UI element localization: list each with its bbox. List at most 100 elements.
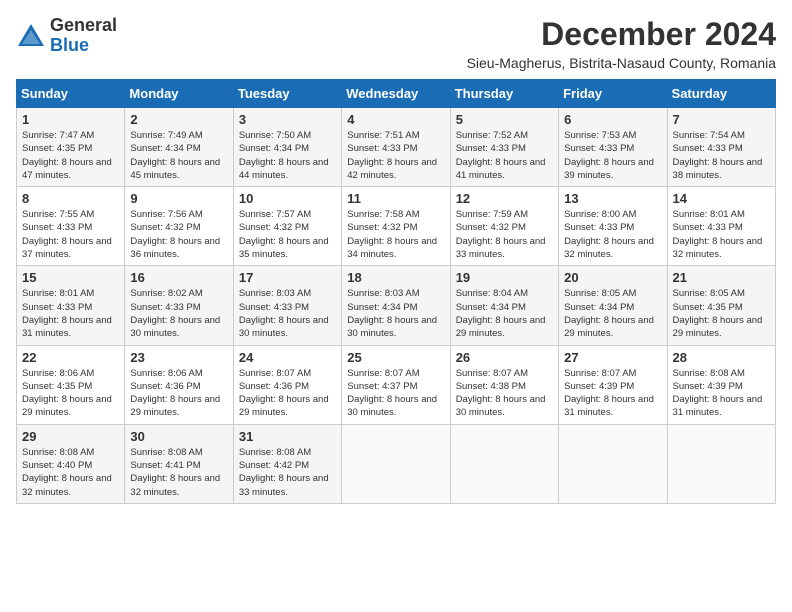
month-title: December 2024	[467, 16, 776, 53]
day-number: 14	[673, 191, 770, 206]
day-number: 18	[347, 270, 444, 285]
day-number: 7	[673, 112, 770, 127]
calendar-cell	[450, 424, 558, 503]
calendar-cell: 23 Sunrise: 8:06 AMSunset: 4:36 PMDayligh…	[125, 345, 233, 424]
day-number: 31	[239, 429, 336, 444]
day-info: Sunrise: 7:49 AMSunset: 4:34 PMDaylight:…	[130, 130, 220, 181]
day-info: Sunrise: 7:54 AMSunset: 4:33 PMDaylight:…	[673, 130, 763, 181]
day-number: 9	[130, 191, 227, 206]
calendar-cell: 1Sunrise: 7:47 AMSunset: 4:35 PMDaylight…	[17, 108, 125, 187]
header-day-tuesday: Tuesday	[233, 80, 341, 108]
day-number: 19	[456, 270, 553, 285]
calendar-cell: 30 Sunrise: 8:08 AMSunset: 4:41 PMDayligh…	[125, 424, 233, 503]
day-info: Sunrise: 8:08 AMSunset: 4:41 PMDaylight:…	[130, 447, 220, 498]
day-info: Sunrise: 8:02 AMSunset: 4:33 PMDaylight:…	[130, 288, 220, 339]
day-number: 11	[347, 191, 444, 206]
day-info: Sunrise: 8:05 AMSunset: 4:35 PMDaylight:…	[673, 288, 763, 339]
day-info: Sunrise: 8:03 AMSunset: 4:33 PMDaylight:…	[239, 288, 329, 339]
calendar-body: 1Sunrise: 7:47 AMSunset: 4:35 PMDaylight…	[17, 108, 776, 504]
location-title: Sieu-Magherus, Bistrita-Nasaud County, R…	[467, 55, 776, 71]
day-number: 28	[673, 350, 770, 365]
day-info: Sunrise: 8:08 AMSunset: 4:40 PMDaylight:…	[22, 447, 112, 498]
calendar-cell: 3 Sunrise: 7:50 AMSunset: 4:34 PMDaylight…	[233, 108, 341, 187]
calendar-cell: 6 Sunrise: 7:53 AMSunset: 4:33 PMDaylight…	[559, 108, 667, 187]
day-number: 5	[456, 112, 553, 127]
day-info: Sunrise: 7:50 AMSunset: 4:34 PMDaylight:…	[239, 130, 329, 181]
day-number: 23	[130, 350, 227, 365]
calendar-cell: 14 Sunrise: 8:01 AMSunset: 4:33 PMDayligh…	[667, 187, 775, 266]
calendar-cell: 29 Sunrise: 8:08 AMSunset: 4:40 PMDayligh…	[17, 424, 125, 503]
calendar-header-row: SundayMondayTuesdayWednesdayThursdayFrid…	[17, 80, 776, 108]
day-info: Sunrise: 8:01 AMSunset: 4:33 PMDaylight:…	[673, 209, 763, 260]
calendar-cell: 27 Sunrise: 8:07 AMSunset: 4:39 PMDayligh…	[559, 345, 667, 424]
header-day-saturday: Saturday	[667, 80, 775, 108]
header-day-monday: Monday	[125, 80, 233, 108]
day-number: 25	[347, 350, 444, 365]
day-info: Sunrise: 8:08 AMSunset: 4:42 PMDaylight:…	[239, 447, 329, 498]
day-number: 22	[22, 350, 119, 365]
calendar-cell: 5Sunrise: 7:52 AMSunset: 4:33 PMDaylight…	[450, 108, 558, 187]
day-info: Sunrise: 8:03 AMSunset: 4:34 PMDaylight:…	[347, 288, 437, 339]
day-info: Sunrise: 8:07 AMSunset: 4:37 PMDaylight:…	[347, 368, 437, 419]
day-number: 6	[564, 112, 661, 127]
day-number: 27	[564, 350, 661, 365]
calendar-cell: 12 Sunrise: 7:59 AMSunset: 4:32 PMDayligh…	[450, 187, 558, 266]
calendar-cell: 2Sunrise: 7:49 AMSunset: 4:34 PMDaylight…	[125, 108, 233, 187]
calendar-week-4: 22 Sunrise: 8:06 AMSunset: 4:35 PMDayligh…	[17, 345, 776, 424]
day-number: 21	[673, 270, 770, 285]
day-info: Sunrise: 8:05 AMSunset: 4:34 PMDaylight:…	[564, 288, 654, 339]
day-info: Sunrise: 7:51 AMSunset: 4:33 PMDaylight:…	[347, 130, 437, 181]
calendar-cell: 11Sunrise: 7:58 AMSunset: 4:32 PMDayligh…	[342, 187, 450, 266]
calendar-cell: 16 Sunrise: 8:02 AMSunset: 4:33 PMDayligh…	[125, 266, 233, 345]
day-number: 10	[239, 191, 336, 206]
day-info: Sunrise: 7:53 AMSunset: 4:33 PMDaylight:…	[564, 130, 654, 181]
calendar-cell: 17Sunrise: 8:03 AMSunset: 4:33 PMDayligh…	[233, 266, 341, 345]
calendar-cell	[342, 424, 450, 503]
calendar-cell	[667, 424, 775, 503]
header-day-sunday: Sunday	[17, 80, 125, 108]
calendar-cell: 25 Sunrise: 8:07 AMSunset: 4:37 PMDayligh…	[342, 345, 450, 424]
calendar-cell: 24Sunrise: 8:07 AMSunset: 4:36 PMDayligh…	[233, 345, 341, 424]
logo: General Blue	[16, 16, 117, 56]
day-number: 3	[239, 112, 336, 127]
calendar-cell: 31 Sunrise: 8:08 AMSunset: 4:42 PMDayligh…	[233, 424, 341, 503]
day-number: 16	[130, 270, 227, 285]
day-number: 1	[22, 112, 119, 127]
day-number: 12	[456, 191, 553, 206]
day-number: 29	[22, 429, 119, 444]
calendar-cell: 19 Sunrise: 8:04 AMSunset: 4:34 PMDayligh…	[450, 266, 558, 345]
logo-text-general: General	[50, 15, 117, 35]
calendar-cell: 13Sunrise: 8:00 AMSunset: 4:33 PMDayligh…	[559, 187, 667, 266]
calendar-week-2: 8Sunrise: 7:55 AMSunset: 4:33 PMDaylight…	[17, 187, 776, 266]
day-number: 20	[564, 270, 661, 285]
day-info: Sunrise: 8:01 AMSunset: 4:33 PMDaylight:…	[22, 288, 112, 339]
day-number: 15	[22, 270, 119, 285]
day-info: Sunrise: 7:56 AMSunset: 4:32 PMDaylight:…	[130, 209, 220, 260]
day-info: Sunrise: 8:06 AMSunset: 4:35 PMDaylight:…	[22, 368, 112, 419]
calendar-cell	[559, 424, 667, 503]
day-info: Sunrise: 8:07 AMSunset: 4:36 PMDaylight:…	[239, 368, 329, 419]
day-info: Sunrise: 8:04 AMSunset: 4:34 PMDaylight:…	[456, 288, 546, 339]
day-info: Sunrise: 8:07 AMSunset: 4:38 PMDaylight:…	[456, 368, 546, 419]
title-area: December 2024 Sieu-Magherus, Bistrita-Na…	[467, 16, 776, 71]
header-day-wednesday: Wednesday	[342, 80, 450, 108]
day-info: Sunrise: 8:07 AMSunset: 4:39 PMDaylight:…	[564, 368, 654, 419]
day-info: Sunrise: 7:59 AMSunset: 4:32 PMDaylight:…	[456, 209, 546, 260]
header-day-friday: Friday	[559, 80, 667, 108]
calendar-cell: 10 Sunrise: 7:57 AMSunset: 4:32 PMDayligh…	[233, 187, 341, 266]
day-info: Sunrise: 7:55 AMSunset: 4:33 PMDaylight:…	[22, 209, 112, 260]
day-info: Sunrise: 8:06 AMSunset: 4:36 PMDaylight:…	[130, 368, 220, 419]
calendar-cell: 8Sunrise: 7:55 AMSunset: 4:33 PMDaylight…	[17, 187, 125, 266]
calendar-cell: 20 Sunrise: 8:05 AMSunset: 4:34 PMDayligh…	[559, 266, 667, 345]
calendar-cell: 21 Sunrise: 8:05 AMSunset: 4:35 PMDayligh…	[667, 266, 775, 345]
day-number: 26	[456, 350, 553, 365]
day-number: 30	[130, 429, 227, 444]
calendar-cell: 26 Sunrise: 8:07 AMSunset: 4:38 PMDayligh…	[450, 345, 558, 424]
calendar-cell: 4Sunrise: 7:51 AMSunset: 4:33 PMDaylight…	[342, 108, 450, 187]
calendar-week-1: 1Sunrise: 7:47 AMSunset: 4:35 PMDaylight…	[17, 108, 776, 187]
logo-icon	[16, 22, 46, 50]
day-info: Sunrise: 8:00 AMSunset: 4:33 PMDaylight:…	[564, 209, 654, 260]
day-info: Sunrise: 7:57 AMSunset: 4:32 PMDaylight:…	[239, 209, 329, 260]
logo-text-blue: Blue	[50, 35, 89, 55]
calendar-cell: 9 Sunrise: 7:56 AMSunset: 4:32 PMDaylight…	[125, 187, 233, 266]
